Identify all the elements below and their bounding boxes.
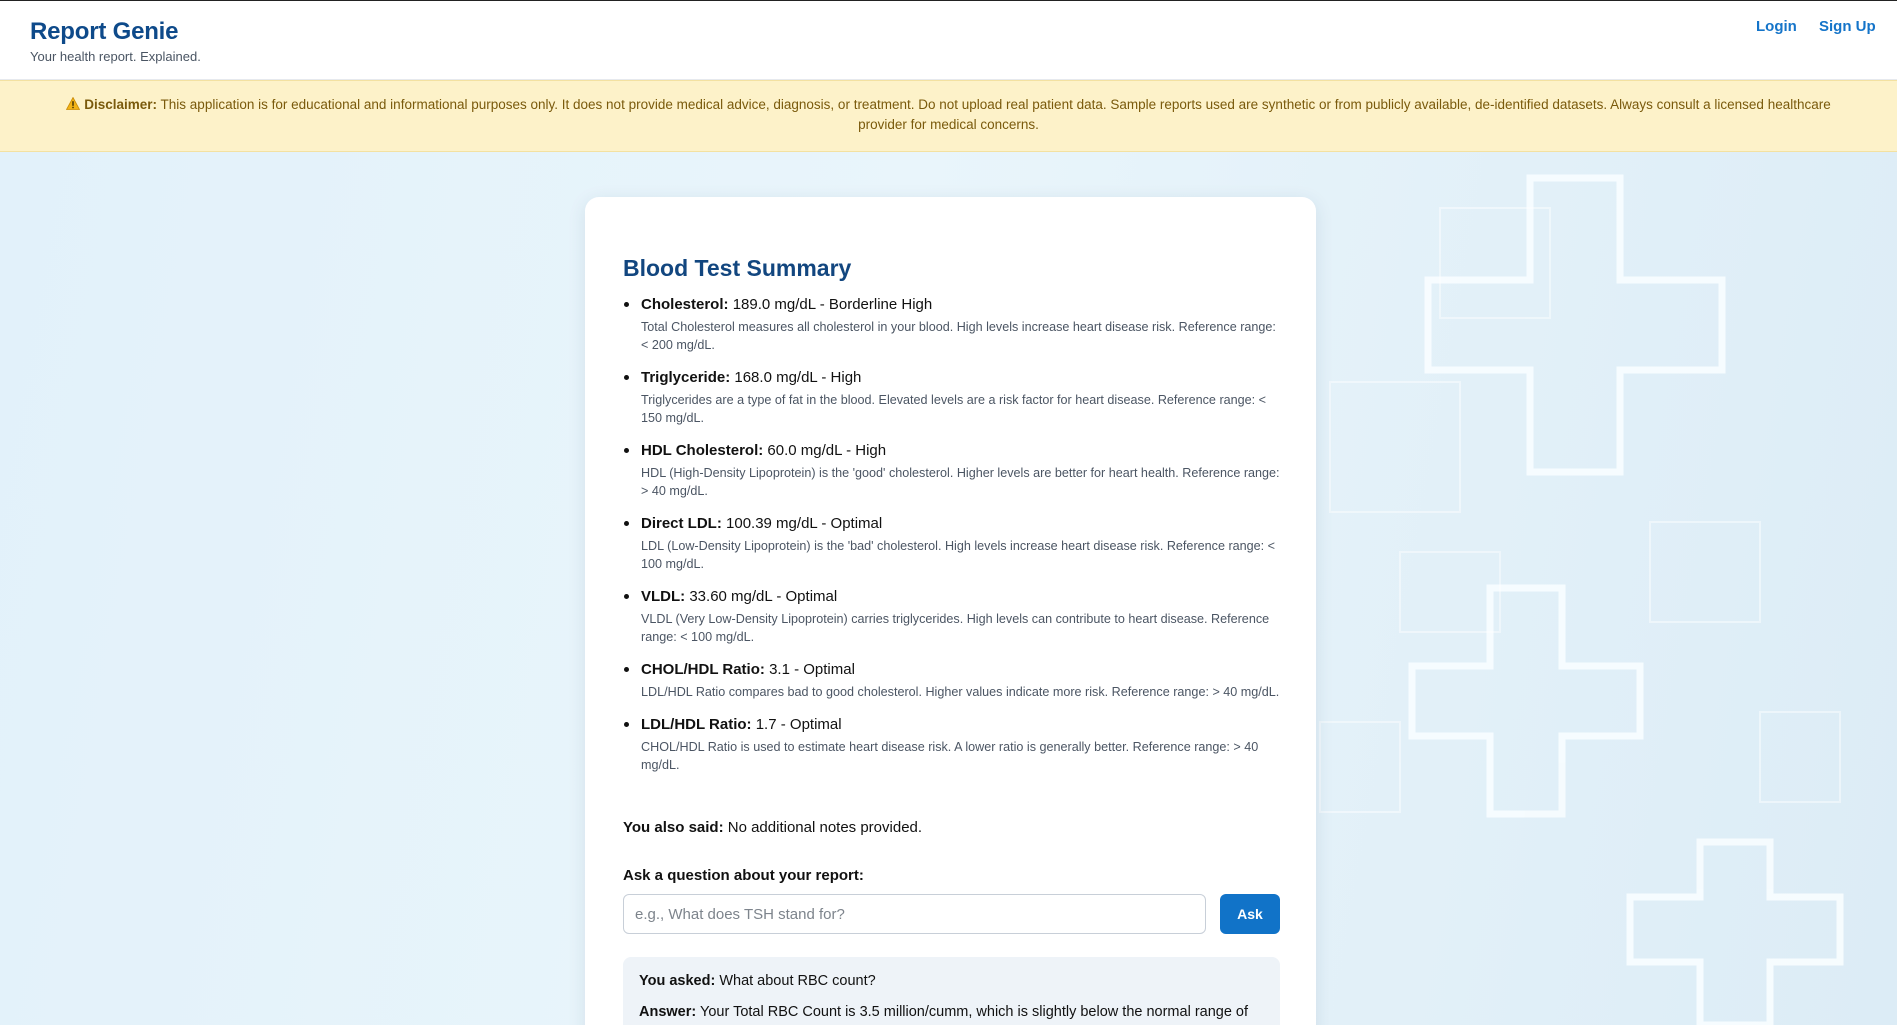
question-input[interactable] xyxy=(623,894,1206,934)
asked-label: You asked: xyxy=(639,973,716,989)
result-name: LDL/HDL Ratio: xyxy=(641,716,752,733)
result-value: 100.39 mg/dL - Optimal xyxy=(726,515,883,532)
summary-title: Blood Test Summary xyxy=(623,255,852,281)
result-value: 189.0 mg/dL - Borderline High xyxy=(732,296,933,313)
result-name: HDL Cholesterol: xyxy=(641,442,764,459)
result-value: 168.0 mg/dL - High xyxy=(734,369,862,386)
answer: Answer: Your Total RBC Count is 3.5 mill… xyxy=(639,1002,1264,1022)
list-item: CHOL/HDL Ratio: 3.1 - Optimal LDL/HDL Ra… xyxy=(623,660,1283,701)
disclaimer-text: This application is for educational and … xyxy=(160,97,1831,132)
result-description: LDL (Low-Density Lipoprotein) is the 'ba… xyxy=(641,539,1276,571)
asked-text: What about RBC count? xyxy=(719,973,876,989)
answer-label: Answer: xyxy=(639,1004,697,1020)
disclaimer-banner: Disclaimer: This application is for educ… xyxy=(0,80,1897,152)
app-header: Report Genie Your health report. Explain… xyxy=(0,1,1897,80)
result-name: Triglyceride: xyxy=(641,369,731,386)
answer-text: Your Total RBC Count is 3.5 million/cumm… xyxy=(700,1004,1249,1020)
result-description: HDL (High-Density Lipoprotein) is the 'g… xyxy=(641,466,1280,498)
result-value: 33.60 mg/dL - Optimal xyxy=(689,588,838,605)
list-item: VLDL: 33.60 mg/dL - Optimal VLDL (Very L… xyxy=(623,587,1283,646)
result-value: 1.7 - Optimal xyxy=(755,716,842,733)
list-item: Triglyceride: 168.0 mg/dL - High Triglyc… xyxy=(623,368,1283,427)
result-value: 3.1 - Optimal xyxy=(769,661,855,678)
result-name: Cholesterol: xyxy=(641,296,729,313)
warning-icon xyxy=(66,97,81,110)
report-summary-card: Blood Test Summary Cholesterol: 189.0 mg… xyxy=(585,197,1316,1025)
result-name: Direct LDL: xyxy=(641,515,722,532)
list-item: Cholesterol: 189.0 mg/dL - Borderline Hi… xyxy=(623,295,1283,354)
login-link[interactable]: Login xyxy=(1756,18,1797,35)
ask-button[interactable]: Ask xyxy=(1220,894,1280,934)
result-description: Total Cholesterol measures all cholester… xyxy=(641,320,1276,352)
result-description: Triglycerides are a type of fat in the b… xyxy=(641,393,1267,425)
result-value: 60.0 mg/dL - High xyxy=(767,442,887,459)
ask-question-label: Ask a question about your report: xyxy=(623,867,864,884)
result-name: VLDL: xyxy=(641,588,686,605)
list-item: LDL/HDL Ratio: 1.7 - Optimal CHOL/HDL Ra… xyxy=(623,715,1283,774)
app-title: Report Genie xyxy=(30,18,179,45)
user-notes-text: No additional notes provided. xyxy=(727,819,923,836)
list-item: HDL Cholesterol: 60.0 mg/dL - High HDL (… xyxy=(623,441,1283,500)
result-description: CHOL/HDL Ratio is used to estimate heart… xyxy=(641,740,1259,772)
result-name: CHOL/HDL Ratio: xyxy=(641,661,765,678)
disclaimer-label: Disclaimer: xyxy=(84,97,158,112)
asked-question: You asked: What about RBC count? xyxy=(639,971,1264,991)
result-description: VLDL (Very Low-Density Lipoprotein) carr… xyxy=(641,612,1270,644)
app-tagline: Your health report. Explained. xyxy=(30,49,201,64)
result-description: LDL/HDL Ratio compares bad to good chole… xyxy=(641,685,1280,699)
results-list: Cholesterol: 189.0 mg/dL - Borderline Hi… xyxy=(623,295,1283,788)
user-notes: You also said: No additional notes provi… xyxy=(623,819,922,836)
signup-link[interactable]: Sign Up xyxy=(1819,18,1876,35)
user-notes-label: You also said: xyxy=(623,819,724,836)
qa-response-panel: You asked: What about RBC count? Answer:… xyxy=(623,957,1280,1025)
list-item: Direct LDL: 100.39 mg/dL - Optimal LDL (… xyxy=(623,514,1283,573)
